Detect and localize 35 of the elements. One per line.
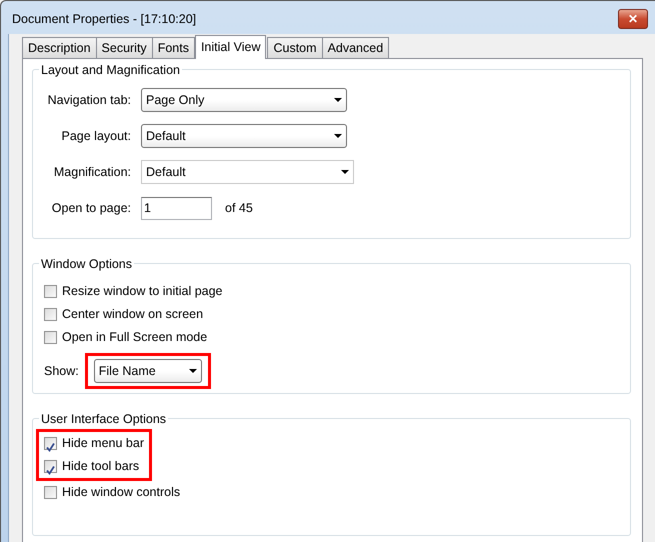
checkbox[interactable] [44,437,57,450]
checkbox-label: Hide menu bar [62,435,144,452]
tab[interactable]: Security [96,37,153,58]
checkbox-label: Resize window to initial page [62,283,223,300]
close-button[interactable]: ✕ [618,9,648,29]
checkbox[interactable] [44,308,57,321]
checkbox[interactable] [44,486,57,499]
field-label: Open to page: [50,200,132,217]
field-label: Magnification: [52,164,132,181]
caret-icon [341,170,349,174]
field-label: Show: [44,362,79,380]
dropdown-field[interactable]: File Name [94,359,202,383]
checkbox[interactable] [44,460,57,473]
caret-icon [188,369,197,373]
checkbox[interactable] [44,285,57,298]
field-label: Navigation tab: [46,92,132,109]
caret-icon [334,98,342,102]
tab[interactable]: Fonts [152,37,195,58]
dropdown-field[interactable]: Default [141,124,347,148]
tab[interactable]: Initial View [194,35,266,59]
text-field[interactable]: 1 [141,196,212,220]
tab[interactable]: Advanced [322,37,390,58]
checkbox-label: Open in Full Screen mode [62,329,208,346]
checkbox-label: Hide tool bars [62,458,140,476]
page-count: of 45 [225,200,253,217]
dropdown-field[interactable]: Default [141,160,354,184]
field-label: Page layout: [60,128,132,145]
checkbox[interactable] [44,331,57,344]
checkbox-label: Center window on screen [62,306,204,324]
dropdown-field[interactable]: Page Only [141,88,347,112]
window-title: Document Properties - [17:10:20] [12,11,196,28]
tab[interactable]: Description [22,37,97,58]
checkbox-label: Hide window controls [62,484,180,502]
caret-icon [334,134,342,138]
tab[interactable]: Custom [267,37,323,58]
